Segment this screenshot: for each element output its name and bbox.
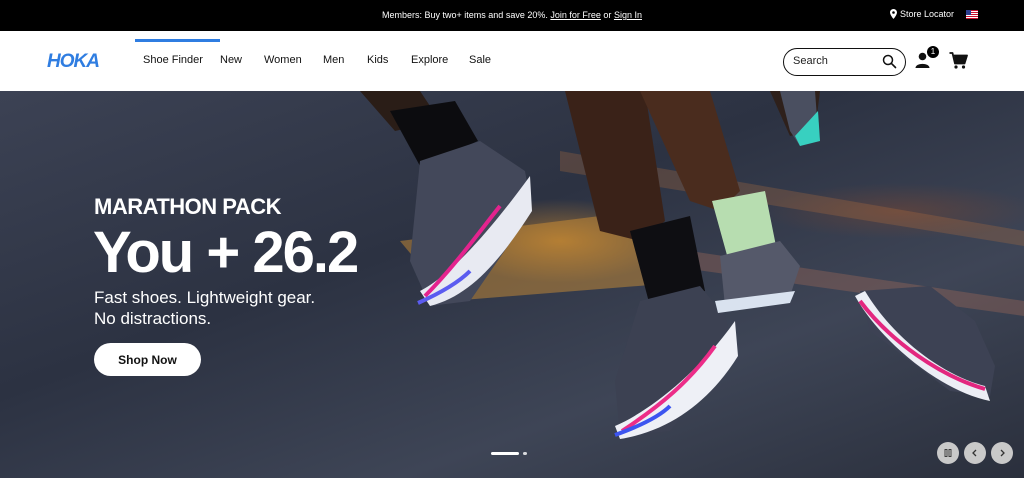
hero-subline-2: No distractions. bbox=[94, 309, 212, 328]
chevron-left-icon bbox=[972, 449, 977, 457]
promo-or: or bbox=[603, 10, 612, 20]
shop-now-button[interactable]: Shop Now bbox=[94, 343, 201, 376]
hero-headline: You + 26.2 bbox=[93, 220, 359, 285]
hoka-logo-mark: HOKA bbox=[47, 51, 100, 72]
nav-label: Women bbox=[264, 54, 302, 66]
cart-icon[interactable] bbox=[949, 52, 968, 69]
store-locator-link[interactable]: Store Locator bbox=[890, 9, 954, 19]
nav-shoe-finder[interactable]: Shoe Finder bbox=[135, 31, 220, 91]
nav-label: Explore bbox=[411, 54, 449, 66]
hero-banner: MARATHON PACK You + 26.2 Fast shoes. Lig… bbox=[0, 91, 1024, 478]
site-header: HOKA Shoe Finder New Women Men Kids Expl… bbox=[0, 31, 1024, 91]
signin-link[interactable]: Sign In bbox=[614, 10, 642, 20]
nav-label: Men bbox=[323, 54, 345, 66]
carousel-dot-active[interactable] bbox=[491, 452, 519, 455]
search-icon[interactable] bbox=[882, 54, 897, 69]
us-flag-icon[interactable] bbox=[966, 10, 978, 19]
nav-label: Sale bbox=[469, 54, 492, 66]
nav-explore[interactable]: Explore bbox=[411, 31, 469, 91]
carousel-dots bbox=[491, 452, 527, 455]
nav-label: Kids bbox=[367, 54, 389, 66]
hero-eyebrow: MARATHON PACK bbox=[94, 194, 282, 219]
search-box[interactable] bbox=[783, 48, 906, 76]
hoka-logo[interactable]: HOKA bbox=[47, 51, 105, 74]
chevron-right-icon bbox=[1000, 449, 1005, 457]
logo-text: HOKA bbox=[47, 51, 99, 69]
nav-sale[interactable]: Sale bbox=[469, 31, 509, 91]
nav-women[interactable]: Women bbox=[264, 31, 323, 91]
nav-new[interactable]: New bbox=[220, 31, 264, 91]
nav-kids[interactable]: Kids bbox=[367, 31, 411, 91]
account-badge: 1 bbox=[927, 46, 939, 58]
nav-active-indicator bbox=[135, 39, 220, 42]
carousel-prev-button[interactable] bbox=[964, 442, 986, 464]
search-input[interactable] bbox=[793, 55, 873, 67]
join-link[interactable]: Join for Free bbox=[550, 10, 601, 20]
promo-bar: Members: Buy two+ items and save 20%. Jo… bbox=[0, 0, 1024, 31]
nav-label: New bbox=[220, 54, 243, 66]
pause-button[interactable] bbox=[937, 442, 959, 464]
promo-text: Members: Buy two+ items and save 20%. bbox=[382, 10, 548, 20]
nav-men[interactable]: Men bbox=[323, 31, 367, 91]
main-nav: Shoe Finder New Women Men Kids Explore S… bbox=[135, 31, 509, 91]
hero-subline: Fast shoes. Lightweight gear. No distrac… bbox=[94, 287, 354, 329]
carousel-dot[interactable] bbox=[523, 452, 527, 455]
store-locator-label: Store Locator bbox=[900, 9, 955, 19]
carousel-next-button[interactable] bbox=[991, 442, 1013, 464]
location-pin-icon bbox=[890, 9, 897, 19]
hero-subline-1: Fast shoes. Lightweight gear. bbox=[94, 288, 316, 307]
promo-message: Members: Buy two+ items and save 20%. Jo… bbox=[0, 10, 1024, 20]
pause-icon bbox=[944, 449, 952, 457]
nav-label: Shoe Finder bbox=[143, 54, 203, 66]
